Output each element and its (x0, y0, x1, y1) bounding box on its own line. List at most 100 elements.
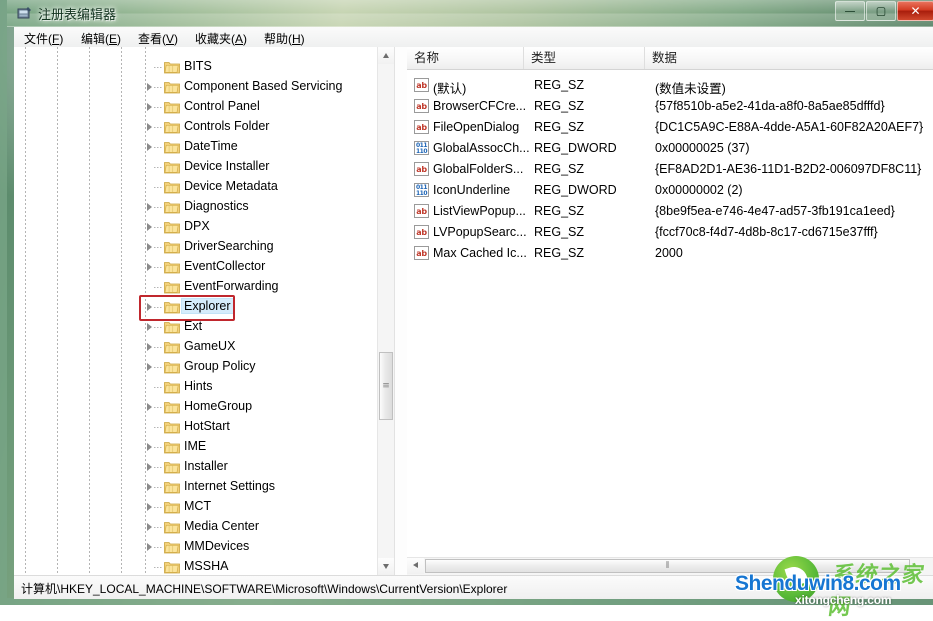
tree-connector-line (154, 287, 162, 288)
expand-arrow-icon[interactable] (145, 363, 154, 372)
tree-item-media-center[interactable]: Media Center (14, 517, 378, 537)
cell-type: REG_SZ (534, 225, 585, 239)
column-header-type[interactable]: 类型 (524, 47, 645, 69)
cell-name: ListViewPopup... (433, 204, 526, 218)
expand-arrow-icon[interactable] (145, 503, 154, 512)
minimize-button[interactable]: — (835, 1, 865, 21)
tree-item-device-metadata[interactable]: Device Metadata (14, 177, 378, 197)
expand-arrow-icon[interactable] (145, 263, 154, 272)
expand-arrow-icon[interactable] (145, 443, 154, 452)
tree-item-control-panel[interactable]: Control Panel (14, 97, 378, 117)
list-horizontal-scrollbar[interactable] (407, 557, 933, 575)
folder-icon (164, 300, 180, 314)
tree-item-label: MSSHA (184, 559, 229, 573)
menu-item-edit[interactable]: 编辑(E) (78, 29, 124, 48)
tree-scroll-up-button[interactable] (378, 47, 394, 64)
expand-arrow-icon[interactable] (145, 203, 154, 212)
tree-item-hints[interactable]: Hints (14, 377, 378, 397)
menu-item-file[interactable]: 文件(F) (21, 29, 66, 48)
tree-vertical-scrollbar[interactable] (377, 47, 394, 575)
value-row[interactable]: ab LVPopupSearc... REG_SZ {fccf70c8-f4d7-4d… (407, 222, 933, 243)
menu-item-view[interactable]: 查看(V) (135, 29, 181, 48)
cell-name: IconUnderline (433, 183, 511, 197)
tree-item-mssha[interactable]: MSSHA (14, 557, 378, 575)
value-row[interactable]: 011 110 GlobalAssocCh... REG_DWORD 0x0000002… (407, 138, 933, 159)
tree-item-label: IME (184, 439, 207, 453)
folder-icon (164, 380, 180, 394)
cell-name: (默认) (433, 82, 467, 96)
registry-editor-window: 注册表编辑器 — ▢ ✕ 文件(F) 编辑(E) 查看(V) 收藏夹(A) 帮助… (0, 0, 933, 605)
tree-item-datetime[interactable]: DateTime (14, 137, 378, 157)
expand-arrow-icon[interactable] (145, 543, 154, 552)
tree-scroll-down-button[interactable] (378, 558, 394, 575)
value-row[interactable]: ab Max Cached Ic... REG_SZ 2000 (407, 243, 933, 264)
tree-item-mmdevices[interactable]: MMDevices (14, 537, 378, 557)
tree-item-eventforwarding[interactable]: EventForwarding (14, 277, 378, 297)
expand-arrow-icon[interactable] (145, 143, 154, 152)
expand-arrow-icon[interactable] (145, 243, 154, 252)
expand-arrow-icon[interactable] (145, 483, 154, 492)
expand-arrow-icon[interactable] (145, 223, 154, 232)
tree-item-ext[interactable]: Ext (14, 317, 378, 337)
tree-item-ime[interactable]: IME (14, 437, 378, 457)
folder-icon (164, 260, 180, 274)
value-row[interactable]: 011 110 IconUnderline REG_DWORD 0x00000002 (… (407, 180, 933, 201)
expand-arrow-icon[interactable] (145, 103, 154, 112)
close-icon: ✕ (910, 4, 921, 18)
tree-connector-line (154, 527, 162, 528)
expand-arrow-icon[interactable] (145, 83, 154, 92)
tree-item-mct[interactable]: MCT (14, 497, 378, 517)
tree-item-homegroup[interactable]: HomeGroup (14, 397, 378, 417)
expand-arrow-icon[interactable] (145, 303, 154, 312)
value-row[interactable]: ab BrowserCFCre... REG_SZ {57f8510b-a5e2-41… (407, 96, 933, 117)
tree-connector-line (154, 407, 162, 408)
value-row[interactable]: ab ListViewPopup... REG_SZ {8be9f5ea-e746-4… (407, 201, 933, 222)
tree-item-explorer[interactable]: Explorer (14, 297, 378, 317)
expand-arrow-icon[interactable] (145, 343, 154, 352)
tree-item-internet-settings[interactable]: Internet Settings (14, 477, 378, 497)
value-row[interactable]: ab FileOpenDialog REG_SZ {DC1C5A9C-E88A-4dd… (407, 117, 933, 138)
tree-item-installer[interactable]: Installer (14, 457, 378, 477)
tree-item-label: DriverSearching (184, 239, 274, 253)
registry-tree-pane[interactable]: BITS Component Based Servicing Control Pan… (14, 47, 395, 575)
folder-icon (164, 560, 180, 574)
menu-item-help[interactable]: 帮助(H) (261, 29, 308, 48)
tree-item-diagnostics[interactable]: Diagnostics (14, 197, 378, 217)
tree-item-label: Control Panel (184, 99, 260, 113)
value-row[interactable]: ab (默认) REG_SZ (数值未设置) (407, 75, 933, 96)
maximize-button[interactable]: ▢ (866, 1, 896, 21)
list-scroll-left-button[interactable] (407, 558, 424, 574)
close-button[interactable]: ✕ (897, 1, 933, 21)
expand-arrow-icon[interactable] (145, 323, 154, 332)
tree-item-eventcollector[interactable]: EventCollector (14, 257, 378, 277)
tree-scrollbar-thumb[interactable] (379, 352, 393, 420)
tree-item-gameux[interactable]: GameUX (14, 337, 378, 357)
tree-item-dpx[interactable]: DPX (14, 217, 378, 237)
tree-item-controls-folder[interactable]: Controls Folder (14, 117, 378, 137)
pane-splitter[interactable] (395, 47, 407, 575)
expand-arrow-icon[interactable] (145, 123, 154, 132)
tree-item-device-installer[interactable]: Device Installer (14, 157, 378, 177)
column-header-data[interactable]: 数据 (645, 47, 933, 69)
expand-arrow-icon[interactable] (145, 523, 154, 532)
tree-item-label: Ext (184, 319, 203, 333)
expand-arrow-icon[interactable] (145, 403, 154, 412)
menu-item-favorites[interactable]: 收藏夹(A) (192, 29, 250, 48)
cell-name: Max Cached Ic... (433, 246, 527, 260)
tree-item-label: GameUX (184, 339, 236, 353)
current-key-path: 计算机\HKEY_LOCAL_MACHINE\SOFTWARE\Microsof… (21, 582, 508, 596)
cell-data: {DC1C5A9C-E88A-4dde-A5A1-60F82A20AEF7} (655, 120, 924, 134)
cell-data: {EF8AD2D1-AE36-11D1-B2D2-006097DF8C11} (655, 162, 922, 176)
tree-item-component-based-servicing[interactable]: Component Based Servicing (14, 77, 378, 97)
tree-item-hotstart[interactable]: HotStart (14, 417, 378, 437)
column-header-name[interactable]: 名称 (407, 47, 524, 69)
expand-arrow-icon[interactable] (145, 463, 154, 472)
value-row[interactable]: ab GlobalFolderS... REG_SZ {EF8AD2D1-AE36-1… (407, 159, 933, 180)
tree-item-driversearching[interactable]: DriverSearching (14, 237, 378, 257)
tree-item-group-policy[interactable]: Group Policy (14, 357, 378, 377)
tree-item-label: BITS (184, 59, 212, 73)
tree-item-label: HotStart (184, 419, 230, 433)
list-scrollbar-thumb[interactable] (425, 559, 910, 573)
registry-values-pane[interactable]: 名称 类型 数据 ab (默认) REG_SZ (数值未设置) ab BrowserCFC… (407, 47, 933, 575)
tree-item-bits[interactable]: BITS (14, 57, 378, 77)
